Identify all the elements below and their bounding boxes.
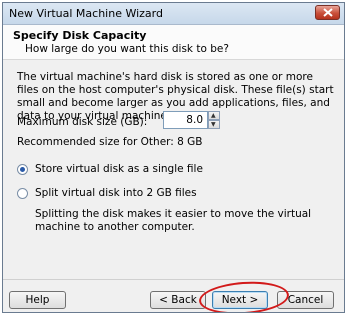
back-button[interactable]: < Back: [150, 291, 206, 309]
option-single-file-label: Store virtual disk as a single file: [35, 163, 203, 175]
page-title: Specify Disk Capacity: [13, 29, 147, 42]
spin-down-button[interactable]: ▼: [208, 120, 220, 129]
title-bar[interactable]: New Virtual Machine Wizard: [3, 3, 344, 25]
recommended-size: Recommended size for Other: 8 GB: [17, 136, 203, 148]
arrow-down-icon: ▼: [211, 121, 216, 128]
close-icon: [323, 8, 333, 17]
arrow-up-icon: ▲: [211, 112, 216, 119]
highlight-circle: [197, 278, 291, 312]
option-split-files-label: Split virtual disk into 2 GB files: [35, 187, 197, 199]
radio-split-files[interactable]: [17, 187, 28, 199]
wizard-header: Specify Disk Capacity How large do you w…: [3, 25, 344, 60]
radio-single-file[interactable]: [17, 163, 28, 175]
option-split-files[interactable]: Split virtual disk into 2 GB files: [17, 187, 197, 199]
window-title: New Virtual Machine Wizard: [9, 7, 163, 20]
size-spinner: ▲ ▼: [208, 111, 220, 129]
help-button[interactable]: Help: [9, 291, 66, 309]
max-size-input[interactable]: 8.0: [163, 111, 208, 129]
option-single-file[interactable]: Store virtual disk as a single file: [17, 163, 203, 175]
wizard-window: New Virtual Machine Wizard Specify Disk …: [2, 2, 345, 313]
page-subtitle: How large do you want this disk to be?: [25, 43, 229, 55]
footer-divider: [3, 279, 344, 280]
max-size-label: Maximum disk size (GB):: [17, 116, 148, 128]
close-button[interactable]: [315, 5, 340, 20]
spin-up-button[interactable]: ▲: [208, 111, 220, 120]
split-help-text: Splitting the disk makes it easier to mo…: [35, 208, 312, 233]
